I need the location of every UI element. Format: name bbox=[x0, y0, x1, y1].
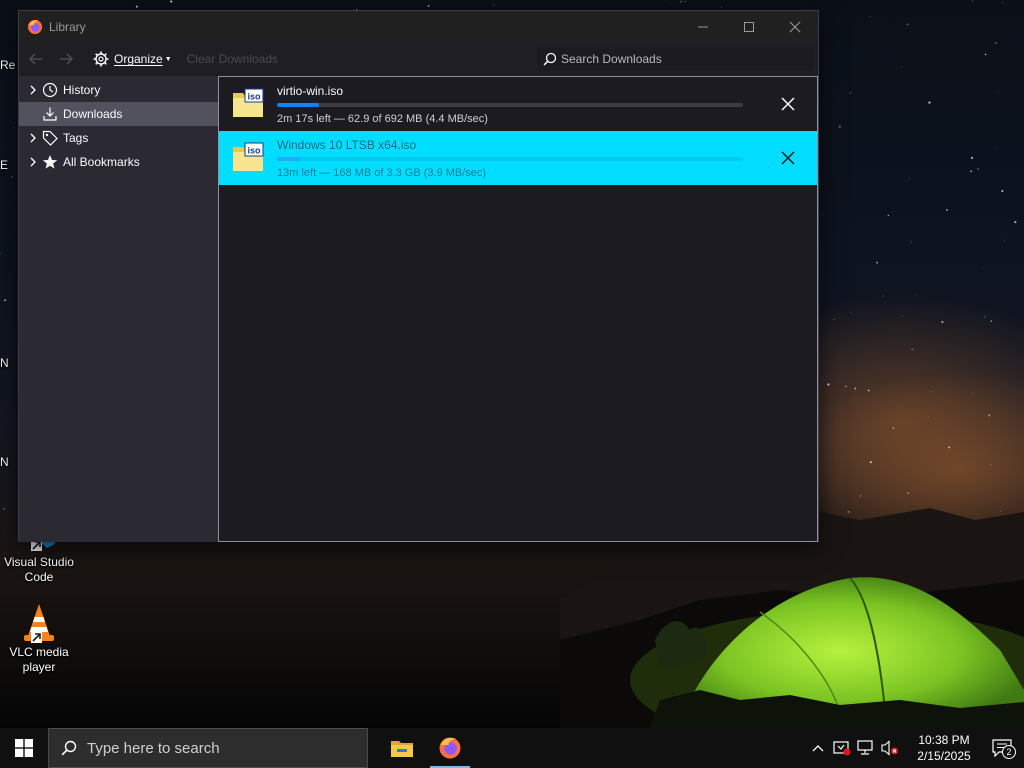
search-icon bbox=[61, 740, 77, 756]
taskbar: Type here to search 10:38 PM 2/15/2025 2 bbox=[0, 728, 1024, 768]
folder-icon bbox=[391, 741, 413, 757]
library-sidebar: History Downloads Tags All Bookmarks bbox=[19, 76, 218, 542]
search-downloads-input[interactable] bbox=[561, 52, 801, 66]
desktop-icon-partial[interactable]: N bbox=[0, 356, 20, 370]
forward-button[interactable] bbox=[53, 46, 79, 72]
notification-count-badge: 2 bbox=[1002, 745, 1016, 759]
sidebar-item-history[interactable]: History bbox=[19, 78, 218, 102]
desktop-icon-vlc[interactable]: VLC media player bbox=[1, 602, 77, 675]
start-button[interactable] bbox=[0, 728, 48, 768]
volume-muted-icon bbox=[881, 740, 898, 756]
download-progress-fill bbox=[277, 157, 301, 161]
organize-menu-button[interactable]: Organize ▼ bbox=[93, 51, 172, 67]
cancel-download-icon[interactable] bbox=[779, 95, 797, 113]
library-toolbar: Organize ▼ Clear Downloads bbox=[19, 42, 818, 76]
clock-icon bbox=[42, 82, 58, 98]
taskbar-firefox[interactable] bbox=[426, 728, 474, 768]
sidebar-item-tags[interactable]: Tags bbox=[19, 126, 218, 150]
minimize-icon bbox=[698, 26, 708, 27]
download-filename: virtio-win.iso bbox=[277, 84, 344, 98]
windows-logo-icon bbox=[15, 739, 33, 757]
organize-label: Organize bbox=[114, 52, 163, 66]
search-downloads-field[interactable] bbox=[537, 47, 813, 71]
download-status: 2m 17s left — 62.9 of 692 MB (4.4 MB/sec… bbox=[277, 113, 488, 125]
download-progress-bar bbox=[277, 157, 743, 161]
svg-text:iso: iso bbox=[247, 92, 261, 102]
sidebar-item-label: Tags bbox=[63, 131, 89, 145]
sidebar-item-label: All Bookmarks bbox=[63, 155, 140, 169]
download-progress-bar bbox=[277, 103, 743, 107]
star-icon bbox=[42, 154, 58, 170]
download-icon bbox=[42, 106, 58, 122]
shield-warning-icon bbox=[833, 741, 851, 756]
window-title: Library bbox=[49, 19, 86, 34]
desktop-icon-partial[interactable]: N bbox=[0, 455, 20, 469]
chevron-down-icon: ▼ bbox=[164, 55, 172, 63]
action-center-button[interactable]: 2 bbox=[980, 728, 1024, 768]
download-filename: Windows 10 LTSB x64.iso bbox=[277, 138, 417, 152]
taskbar-file-explorer[interactable] bbox=[378, 728, 426, 768]
system-tray: 10:38 PM 2/15/2025 2 bbox=[806, 728, 1024, 768]
desktop-icon-partial[interactable]: E bbox=[0, 158, 20, 172]
back-arrow-icon bbox=[28, 53, 42, 65]
forward-arrow-icon bbox=[60, 53, 74, 65]
close-button[interactable] bbox=[772, 11, 818, 42]
firefox-icon bbox=[439, 737, 461, 759]
show-hidden-icons-button[interactable] bbox=[806, 728, 830, 768]
taskbar-clock[interactable]: 10:38 PM 2/15/2025 bbox=[908, 732, 980, 764]
chevron-right-icon[interactable] bbox=[27, 85, 39, 95]
security-tray-icon[interactable] bbox=[830, 728, 854, 768]
tag-icon bbox=[42, 130, 58, 146]
volume-tray-icon[interactable] bbox=[878, 728, 902, 768]
svg-text:iso: iso bbox=[247, 146, 261, 156]
chevron-right-icon[interactable] bbox=[27, 133, 39, 143]
taskbar-search-box[interactable]: Type here to search bbox=[48, 728, 368, 768]
desktop-icon-label: VLC media player bbox=[9, 645, 69, 674]
download-progress-fill bbox=[277, 103, 319, 107]
title-bar[interactable]: Library bbox=[19, 11, 818, 42]
clear-downloads-button[interactable]: Clear Downloads bbox=[187, 52, 278, 66]
desktop-icon-label: Visual Studio Code bbox=[4, 555, 74, 584]
firefox-icon bbox=[28, 19, 42, 34]
close-icon bbox=[789, 21, 801, 32]
sidebar-item-label: Downloads bbox=[63, 107, 123, 121]
chevron-right-icon[interactable] bbox=[27, 157, 39, 167]
cancel-download-icon[interactable] bbox=[779, 149, 797, 167]
library-window: Library Organize ▼ Clear Downloads Searc… bbox=[18, 10, 819, 542]
iso-file-icon: iso bbox=[233, 88, 264, 117]
sidebar-item-label: History bbox=[63, 83, 101, 97]
vlc-icon bbox=[19, 602, 59, 643]
clock-date: 2/15/2025 bbox=[917, 749, 971, 763]
downloads-list[interactable]: iso virtio-win.iso 2m 17s left — 62.9 of… bbox=[218, 76, 818, 542]
download-status: 13m left — 168 MB of 3.3 GB (3.9 MB/sec) bbox=[277, 167, 487, 179]
maximize-button[interactable] bbox=[726, 11, 772, 42]
chevron-up-icon bbox=[812, 745, 824, 752]
clock-time: 10:38 PM bbox=[918, 733, 970, 747]
maximize-icon bbox=[744, 21, 754, 32]
network-icon bbox=[857, 740, 873, 755]
taskbar-search-placeholder: Type here to search bbox=[87, 739, 220, 757]
back-button[interactable] bbox=[23, 46, 49, 72]
desktop-icon-partial[interactable]: Re bbox=[0, 58, 20, 72]
search-icon bbox=[543, 52, 557, 66]
network-tray-icon[interactable] bbox=[854, 728, 878, 768]
gear-icon bbox=[93, 51, 109, 67]
iso-file-icon: iso bbox=[233, 142, 264, 171]
download-item[interactable]: iso Windows 10 LTSB x64.iso 13m left — 1… bbox=[219, 131, 817, 185]
sidebar-item-downloads[interactable]: Downloads bbox=[19, 102, 218, 126]
minimize-button[interactable] bbox=[680, 11, 726, 42]
sidebar-item-all-bookmarks[interactable]: All Bookmarks bbox=[19, 150, 218, 174]
download-item[interactable]: iso virtio-win.iso 2m 17s left — 62.9 of… bbox=[219, 77, 817, 131]
